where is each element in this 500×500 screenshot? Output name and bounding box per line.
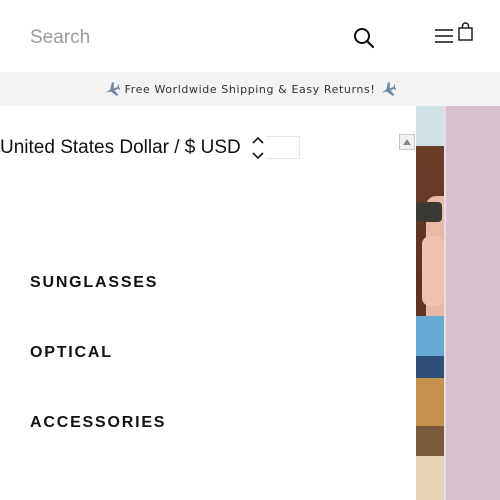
search-input[interactable] [30,22,330,54]
currency-select-box[interactable] [266,136,300,159]
search-button[interactable] [351,25,377,51]
currency-selected-value: United States Dollar / $ USD [0,137,241,158]
nav-item-sunglasses[interactable]: SUNGLASSES [30,274,158,292]
cart-button[interactable] [457,22,475,42]
triangle-up-icon [403,139,411,145]
hamburger-menu-icon [435,29,453,43]
airplane-icon [105,81,120,96]
scroll-up-button[interactable] [399,134,415,150]
menu-button[interactable] [434,26,456,48]
nav-item-accessories[interactable]: ACCESSORIES [30,414,166,432]
up-down-chevron-icon [252,136,264,160]
airplane-icon [382,81,397,96]
site-header [0,0,500,72]
navigation-drawer: United States Dollar / $ USD SUNGLASSES … [0,106,416,500]
hero-image [416,106,500,500]
currency-selector[interactable]: United States Dollar / $ USD [0,136,265,160]
announcement-bar: Free Worldwide Shipping & Easy Returns! [0,72,500,106]
shopping-bag-icon [458,22,473,41]
page: Free Worldwide Shipping & Easy Returns! … [0,0,500,500]
search-icon [354,28,375,49]
announcement-text: Free Worldwide Shipping & Easy Returns! [124,82,376,96]
nav-item-optical[interactable]: OPTICAL [30,344,113,362]
